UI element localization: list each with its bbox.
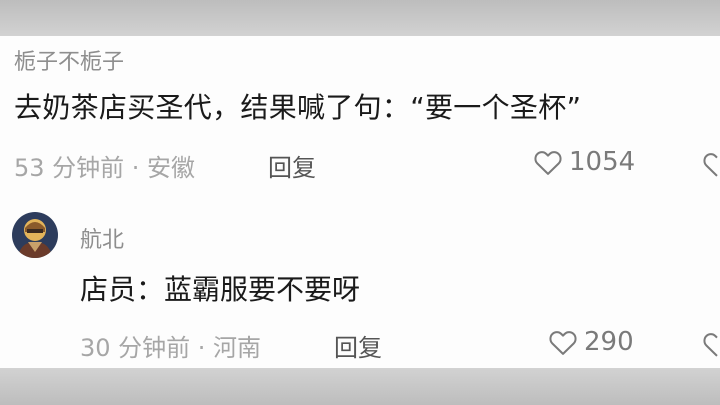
heart-outline-icon [549, 331, 577, 355]
comment-text: 店员：蓝霸服要不要呀 [80, 273, 361, 306]
comment-timestamp-location: 30 分钟前 · 河南 [80, 334, 262, 362]
reply-button[interactable]: 回复 [334, 328, 382, 363]
top-frame-bar [0, 0, 720, 36]
comment-panel: 栀子不栀子 去奶茶店买圣代，结果喊了句：“要一个圣杯” 53 分钟前 · 安徽 … [0, 36, 720, 368]
dislike-icon[interactable] [702, 150, 720, 182]
comment-username[interactable]: 栀子不栀子 [14, 44, 124, 76]
comment-username[interactable]: 航北 [80, 222, 124, 254]
like-button[interactable]: 290 [548, 326, 634, 358]
avatar[interactable] [12, 212, 58, 258]
reply-button[interactable]: 回复 [268, 148, 316, 183]
like-count: 1054 [569, 147, 636, 177]
comment-text: 去奶茶店买圣代，结果喊了句：“要一个圣杯” [14, 91, 582, 124]
like-count: 290 [584, 327, 634, 357]
dislike-icon[interactable] [702, 330, 720, 362]
heart-outline-icon [534, 151, 562, 175]
bottom-frame-bar [0, 368, 720, 405]
like-button[interactable]: 1054 [533, 146, 635, 178]
comment-timestamp-location: 53 分钟前 · 安徽 [14, 154, 196, 182]
